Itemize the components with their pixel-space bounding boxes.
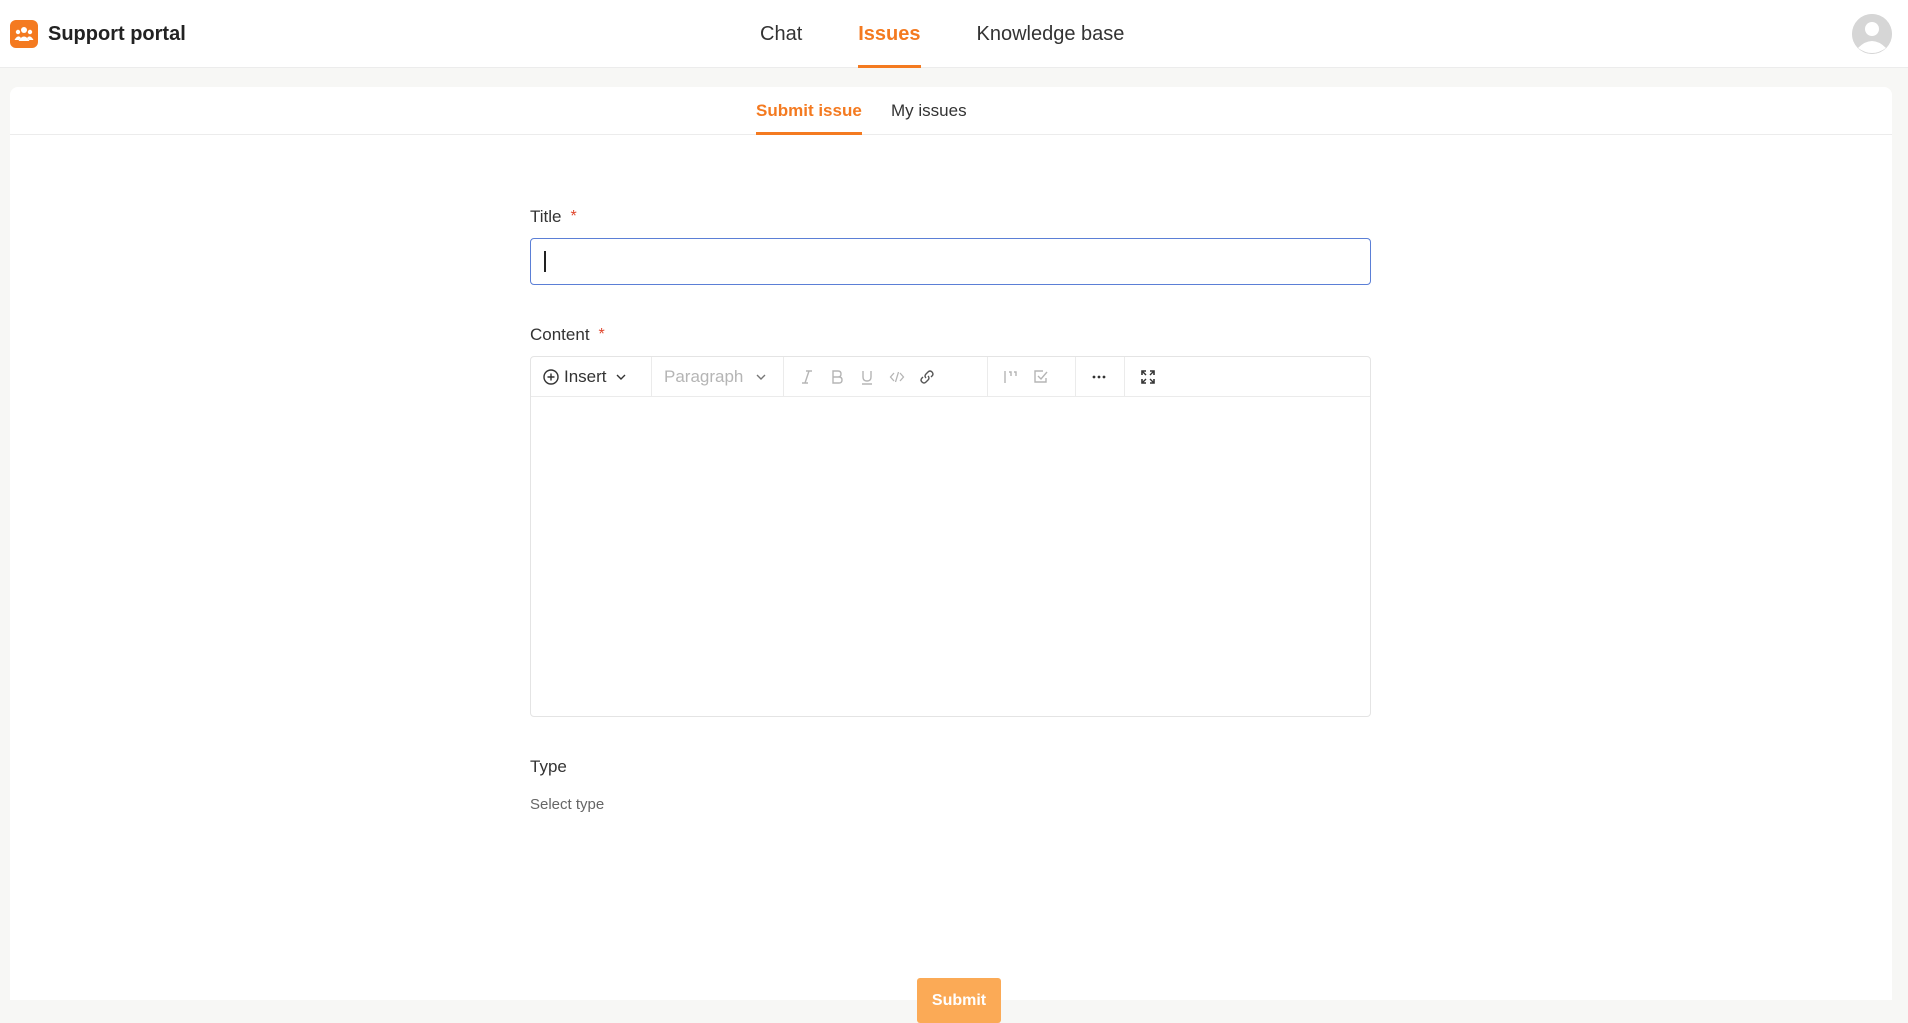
italic-button[interactable] — [792, 363, 822, 391]
avatar[interactable] — [1852, 14, 1892, 54]
title-label: Title * — [530, 207, 577, 226]
code-button[interactable] — [882, 363, 912, 391]
user-avatar-icon — [1852, 14, 1892, 54]
italic-icon — [802, 369, 812, 384]
type-label: Type — [530, 757, 567, 776]
underline-button[interactable] — [852, 363, 882, 391]
paragraph-select[interactable]: Paragraph — [660, 363, 771, 391]
app-title: Support portal — [48, 22, 186, 45]
link-icon — [920, 369, 934, 384]
text-caret — [544, 251, 546, 272]
tab-my-issues[interactable]: My issues — [891, 87, 967, 135]
editor-toolbar: Insert Paragraph — [531, 356, 1370, 397]
main-panel: Submit issue My issues Title * Content * — [10, 87, 1892, 1023]
insert-button[interactable]: Insert — [539, 363, 631, 391]
tab-chat[interactable]: Chat — [760, 0, 802, 68]
rich-text-editor: Insert Paragraph — [530, 356, 1371, 717]
type-select[interactable]: Select type — [530, 796, 1371, 813]
checklist-icon — [1034, 369, 1048, 383]
chevron-down-icon — [756, 374, 766, 380]
editor-content-area[interactable] — [531, 397, 1370, 716]
underline-icon — [862, 370, 872, 385]
bold-button[interactable] — [822, 363, 852, 391]
title-input[interactable] — [530, 238, 1371, 285]
insert-plus-icon — [543, 368, 559, 385]
link-button[interactable] — [912, 363, 942, 391]
support-team-icon — [10, 20, 38, 48]
subtabs: Submit issue My issues — [10, 87, 1892, 135]
quote-button[interactable] — [996, 363, 1026, 391]
more-icon — [1092, 375, 1106, 378]
chevron-down-icon — [616, 374, 626, 380]
tab-knowledge-base[interactable]: Knowledge base — [977, 0, 1125, 68]
submit-button[interactable]: Submit — [917, 978, 1001, 1023]
required-mark: * — [598, 326, 605, 343]
fullscreen-button[interactable] — [1133, 363, 1163, 391]
tab-submit-issue[interactable]: Submit issue — [756, 87, 862, 135]
bold-icon — [832, 369, 843, 384]
required-mark: * — [570, 208, 577, 225]
top-header: Support portal Chat Issues Knowledge bas… — [0, 0, 1908, 68]
quote-icon — [1004, 370, 1017, 383]
tab-issues[interactable]: Issues — [858, 0, 921, 68]
main-nav: Chat Issues Knowledge base — [760, 0, 1180, 68]
issue-form: Title * Content * Insert Paragraph Type … — [530, 207, 1371, 1023]
fullscreen-icon — [1141, 369, 1155, 384]
more-button[interactable] — [1084, 363, 1114, 391]
checklist-button[interactable] — [1026, 363, 1056, 391]
brand[interactable]: Support portal — [10, 20, 186, 48]
content-label: Content * — [530, 325, 605, 344]
code-icon — [889, 371, 905, 382]
